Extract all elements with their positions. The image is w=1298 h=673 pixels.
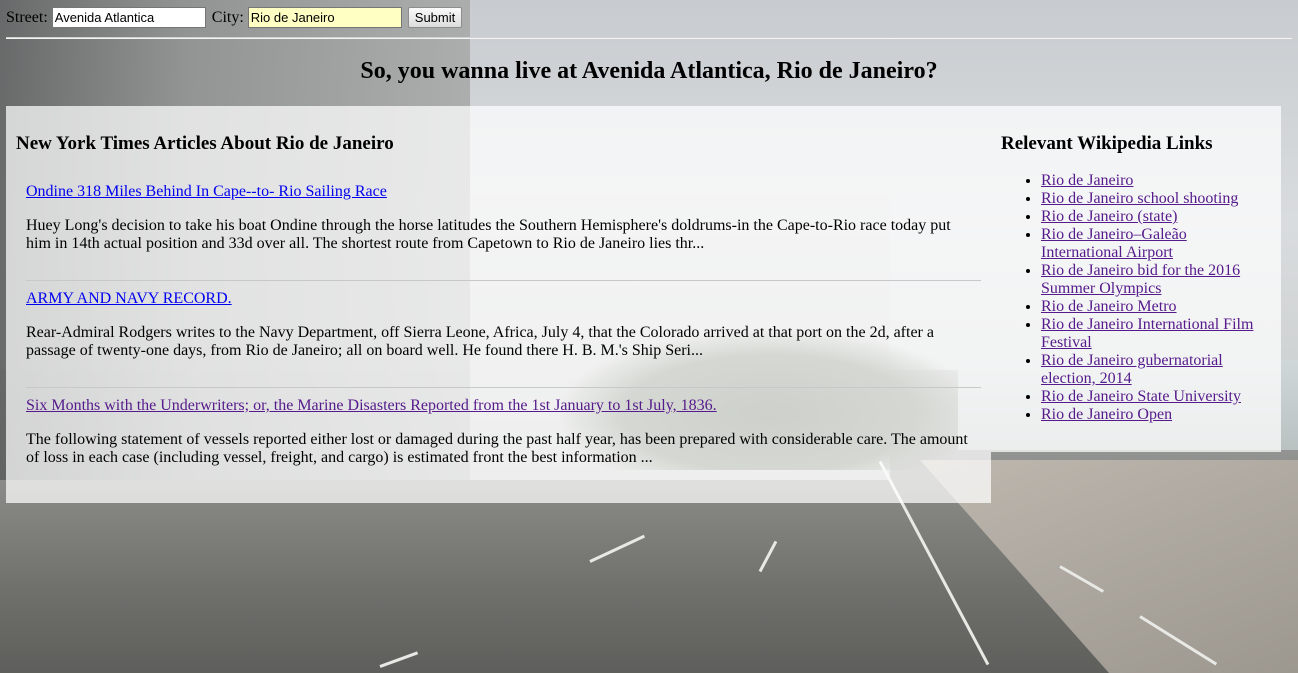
wiki-link[interactable]: Rio de Janeiro Metro — [1041, 298, 1177, 315]
wiki-link[interactable]: Rio de Janeiro (state) — [1041, 208, 1177, 225]
wiki-link[interactable]: Rio de Janeiro International Film Festiv… — [1041, 316, 1253, 351]
article-item: ARMY AND NAVY RECORD. Rear-Admiral Rodge… — [16, 290, 981, 360]
list-item: Rio de Janeiro International Film Festiv… — [1041, 316, 1271, 352]
header-divider — [6, 37, 1292, 39]
address-form: Street: City: Submit — [6, 7, 463, 28]
street-label: Street: — [6, 8, 48, 26]
list-item: Rio de Janeiro–Galeão International Airp… — [1041, 226, 1271, 262]
wiki-link[interactable]: Rio de Janeiro State University — [1041, 388, 1241, 405]
nyt-articles-panel: New York Times Articles About Rio de Jan… — [6, 106, 991, 503]
list-item: Rio de Janeiro bid for the 2016 Summer O… — [1041, 262, 1271, 298]
article-title-link[interactable]: ARMY AND NAVY RECORD. — [26, 290, 971, 308]
list-item: Rio de Janeiro gubernatorial election, 2… — [1041, 352, 1271, 388]
article-item: Ondine 318 Miles Behind In Cape--to- Rio… — [16, 183, 981, 253]
list-item: Rio de Janeiro (state) — [1041, 208, 1271, 226]
nyt-heading: New York Times Articles About Rio de Jan… — [16, 133, 394, 154]
wiki-link[interactable]: Rio de Janeiro–Galeão International Airp… — [1041, 226, 1187, 261]
article-snippet: Huey Long's decision to take his boat On… — [26, 217, 951, 252]
list-item: Rio de Janeiro State University — [1041, 388, 1271, 406]
submit-button[interactable]: Submit — [407, 7, 463, 28]
wikipedia-links-panel: Relevant Wikipedia Links Rio de Janeiro … — [991, 106, 1281, 452]
city-label: City: — [211, 8, 244, 26]
wiki-link[interactable]: Rio de Janeiro school shooting — [1041, 190, 1238, 207]
wiki-heading: Relevant Wikipedia Links — [1001, 133, 1213, 154]
list-item: Rio de Janeiro — [1041, 172, 1271, 190]
city-input[interactable] — [247, 7, 402, 28]
wiki-link[interactable]: Rio de Janeiro Open — [1041, 406, 1172, 423]
wiki-link[interactable]: Rio de Janeiro bid for the 2016 Summer O… — [1041, 262, 1240, 297]
article-title-link[interactable]: Six Months with the Underwriters; or, th… — [26, 397, 971, 415]
page-headline: So, you wanna live at Avenida Atlantica,… — [360, 58, 938, 84]
article-snippet: Rear-Admiral Rodgers writes to the Navy … — [26, 324, 934, 359]
article-divider — [26, 280, 981, 281]
street-input[interactable] — [51, 7, 206, 28]
article-item: Six Months with the Underwriters; or, th… — [16, 397, 981, 467]
article-divider — [26, 387, 981, 388]
wiki-link-list: Rio de Janeiro Rio de Janeiro school sho… — [1001, 172, 1271, 424]
wiki-link[interactable]: Rio de Janeiro gubernatorial election, 2… — [1041, 352, 1223, 387]
article-snippet: The following statement of vessels repor… — [26, 431, 968, 466]
article-title-link[interactable]: Ondine 318 Miles Behind In Cape--to- Rio… — [26, 183, 971, 201]
list-item: Rio de Janeiro Open — [1041, 406, 1271, 424]
wiki-link[interactable]: Rio de Janeiro — [1041, 172, 1133, 189]
list-item: Rio de Janeiro Metro — [1041, 298, 1271, 316]
list-item: Rio de Janeiro school shooting — [1041, 190, 1271, 208]
